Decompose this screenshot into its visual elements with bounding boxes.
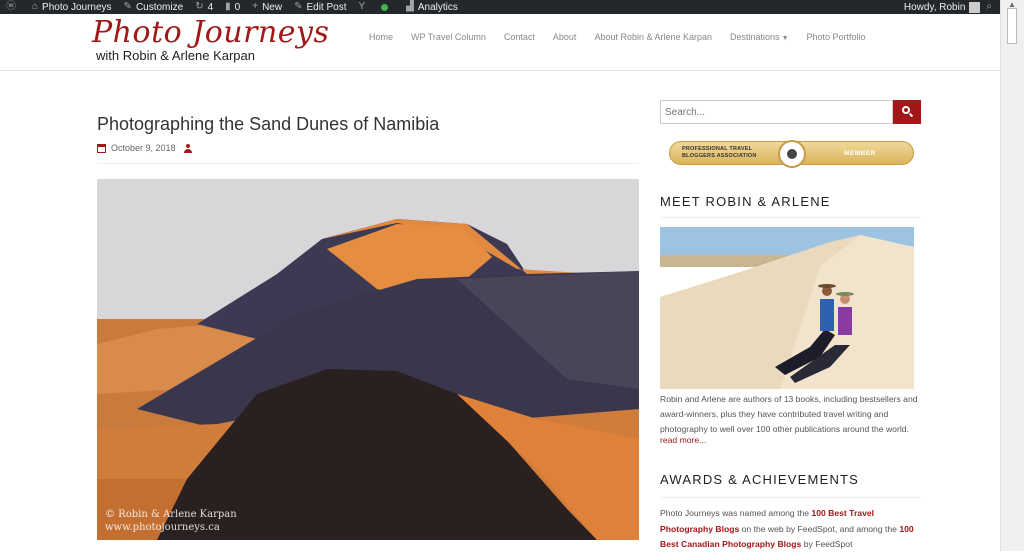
badge-seal-icon	[778, 140, 806, 168]
admin-edit-post[interactable]: ✎ Edit Post	[288, 0, 352, 14]
admin-bar: ⓦ ⌂ Photo Journeys ✎ Customize ↻ 4 ▮ 0 + New …	[0, 0, 1000, 14]
howdy-user[interactable]: Howdy, Robin	[904, 2, 966, 13]
meet-widget-title: MEET ROBIN & ARLENE	[660, 194, 831, 209]
awards-widget-title: AWARDS & ACHIEVEMENTS	[660, 472, 860, 487]
avatar[interactable]	[969, 1, 981, 13]
plus-icon: +	[252, 1, 259, 12]
ptba-member-badge[interactable]: PROFESSIONAL TRAVEL BLOGGERS ASSOCIATION…	[669, 140, 914, 168]
seo-status-dot[interactable]	[375, 0, 400, 14]
post-title: Photographing the Sand Dunes of Namibia	[97, 114, 440, 134]
brush-icon: ✎	[123, 1, 132, 12]
nav-wp-travel-column[interactable]: WP Travel Column	[402, 32, 495, 42]
nav-destinations[interactable]: Destinations ▼	[721, 32, 797, 42]
nav-about[interactable]: About	[544, 32, 586, 42]
author-photo[interactable]	[660, 227, 914, 389]
site-logo-title[interactable]: Photo Journeys	[92, 15, 329, 50]
nav-home[interactable]: Home	[360, 32, 402, 42]
chart-icon: ▟	[406, 1, 414, 12]
search-input[interactable]	[660, 100, 893, 124]
main-nav: Home WP Travel Column Contact About Abou…	[360, 32, 875, 42]
site-header: Photo Journeys with Robin & Arlene Karpa…	[0, 14, 1000, 71]
admin-new[interactable]: + New	[246, 0, 288, 14]
post-meta: October 9, 2018	[97, 143, 192, 153]
refresh-icon: ↻	[195, 1, 204, 12]
divider	[97, 163, 639, 164]
author-bio: Robin and Arlene are authors of 13 books…	[660, 394, 918, 434]
search-form	[660, 100, 921, 124]
awards-text: Photo Journeys was named among the 100 B…	[660, 508, 914, 549]
user-icon[interactable]	[183, 143, 192, 153]
yoast-icon[interactable]: Y	[353, 0, 376, 14]
scrollbar[interactable]: ▲	[1000, 0, 1024, 551]
scrollbar-thumb[interactable]	[1007, 8, 1017, 44]
dunes-illustration	[97, 179, 639, 540]
caret-down-icon: ▼	[781, 35, 789, 42]
home-icon: ⌂	[32, 1, 39, 12]
wordpress-logo-icon[interactable]: ⓦ	[0, 0, 26, 14]
nav-contact[interactable]: Contact	[495, 32, 544, 42]
nav-photo-portfolio[interactable]: Photo Portfolio	[798, 32, 875, 42]
search-icon[interactable]: ⌕	[986, 2, 992, 12]
admin-analytics[interactable]: ▟ Analytics	[400, 0, 464, 14]
comment-icon: ▮	[225, 1, 231, 12]
post-date[interactable]: October 9, 2018	[111, 143, 176, 153]
divider	[660, 217, 921, 218]
site-logo-subtitle[interactable]: with Robin & Arlene Karpan	[96, 48, 255, 63]
divider	[660, 497, 921, 498]
admin-comments[interactable]: ▮ 0	[219, 0, 246, 14]
dune-couple-illustration	[660, 227, 914, 389]
admin-updates[interactable]: ↻ 4	[189, 0, 219, 14]
admin-site-name[interactable]: ⌂ Photo Journeys	[26, 0, 118, 14]
image-watermark: © Robin & Arlene Karpan www.photojourney…	[105, 509, 237, 533]
nav-about-robin-arlene[interactable]: About Robin & Arlene Karpan	[585, 32, 721, 42]
read-more-link[interactable]: read more...	[660, 435, 706, 445]
calendar-icon	[97, 143, 106, 153]
pencil-icon: ✎	[294, 1, 303, 12]
featured-image: © Robin & Arlene Karpan www.photojourney…	[97, 179, 639, 540]
search-button[interactable]	[893, 100, 921, 124]
admin-customize[interactable]: ✎ Customize	[118, 0, 190, 14]
